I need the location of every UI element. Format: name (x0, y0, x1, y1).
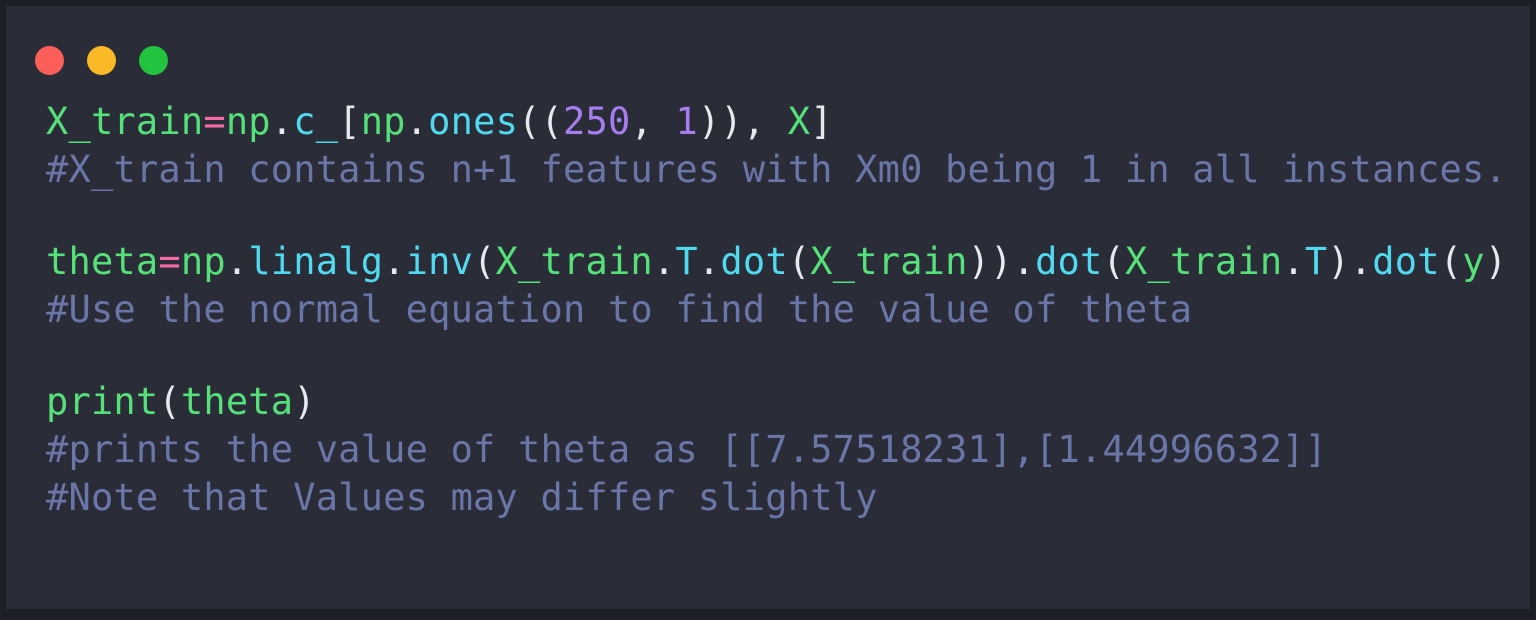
code-token-punc: . (697, 240, 721, 283)
code-token-punc: ) (1484, 240, 1508, 283)
code-token-punc: )), (697, 100, 788, 143)
code-token-fn: c_ (293, 100, 339, 143)
code-token-punc: , (630, 100, 676, 143)
code-token-fn: T (675, 240, 698, 283)
code-token-var: X (787, 100, 811, 143)
code-token-punc: ( (1439, 240, 1463, 283)
code-token-punc: . (1012, 240, 1036, 283)
code-token-punc: . (270, 100, 294, 143)
code-token-var: theta (46, 240, 159, 283)
code-token-punc: . (1282, 240, 1305, 283)
code-token-punc: ) (1327, 240, 1350, 283)
code-block: X_train=np.c_[np.ones((250, 1)), X] #X_tr… (6, 98, 1530, 522)
code-token-var: print (46, 380, 159, 423)
code-token-punc: . (1349, 240, 1373, 283)
window-title-bar (6, 6, 1530, 98)
code-token-fn: T (1304, 240, 1328, 283)
code-line: #prints the value of theta as [[7.575182… (46, 426, 1530, 474)
traffic-light-controls (35, 46, 1530, 75)
code-token-cmt: #Note that Values may differ slightly (46, 476, 878, 519)
code-token-fn: linalg (248, 240, 384, 283)
code-token-var: X_train (495, 240, 653, 283)
code-token-fn: dot (1035, 240, 1103, 283)
code-line: #Note that Values may differ slightly (46, 474, 1530, 522)
code-snippet-window: X_train=np.c_[np.ones((250, 1)), X] #X_tr… (6, 6, 1530, 609)
code-token-punc: . (652, 240, 676, 283)
code-token-fn: ones (428, 100, 519, 143)
code-token-punc: ( (473, 240, 496, 283)
code-token-punc: . (225, 240, 249, 283)
code-token-num: 1 (675, 100, 698, 143)
code-token-var: X_train (1125, 240, 1283, 283)
code-token-punc: . (383, 240, 406, 283)
close-window-icon[interactable] (35, 46, 64, 75)
code-token-punc: ( (158, 380, 181, 423)
code-token-cmt: #Use the normal equation to find the val… (46, 288, 1193, 331)
code-line: X_train=np.c_[np.ones((250, 1)), X] (46, 98, 1530, 146)
code-token-punc: ) (293, 380, 316, 423)
code-token-fn: dot (720, 240, 788, 283)
code-token-punc: . (405, 100, 429, 143)
code-token-punc: [ (338, 100, 361, 143)
code-token-punc: (( (518, 100, 563, 143)
code-token-var: theta (180, 380, 294, 423)
code-token-fn: dot (1372, 240, 1440, 283)
code-token-punc: ] (810, 100, 833, 143)
code-token-var: X_train (46, 100, 204, 143)
code-token-var: np (360, 100, 406, 143)
code-token-var: X_train (810, 240, 968, 283)
code-token-punc: )) (967, 240, 1013, 283)
code-line: print(theta) (46, 378, 1530, 426)
code-token-var: y (1462, 240, 1485, 283)
maximize-window-icon[interactable] (139, 46, 168, 75)
code-token-punc: ( (787, 240, 811, 283)
code-token-punc: ( (1102, 240, 1125, 283)
code-line: #X_train contains n+1 features with Xm0 … (46, 146, 1530, 194)
code-line: theta=np.linalg.inv(X_train.T.dot(X_trai… (46, 238, 1530, 286)
code-token-cmt: #X_train contains n+1 features with Xm0 … (46, 148, 1507, 191)
minimize-window-icon[interactable] (87, 46, 116, 75)
code-line: #Use the normal equation to find the val… (46, 286, 1530, 334)
code-token-op: = (203, 100, 226, 143)
code-token-fn: inv (405, 240, 474, 283)
code-token-var: np (225, 100, 271, 143)
code-token-op: = (158, 240, 181, 283)
code-token-var: np (180, 240, 226, 283)
code-token-cmt: #prints the value of theta as [[7.575182… (46, 428, 1328, 471)
code-token-num: 250 (563, 100, 631, 143)
